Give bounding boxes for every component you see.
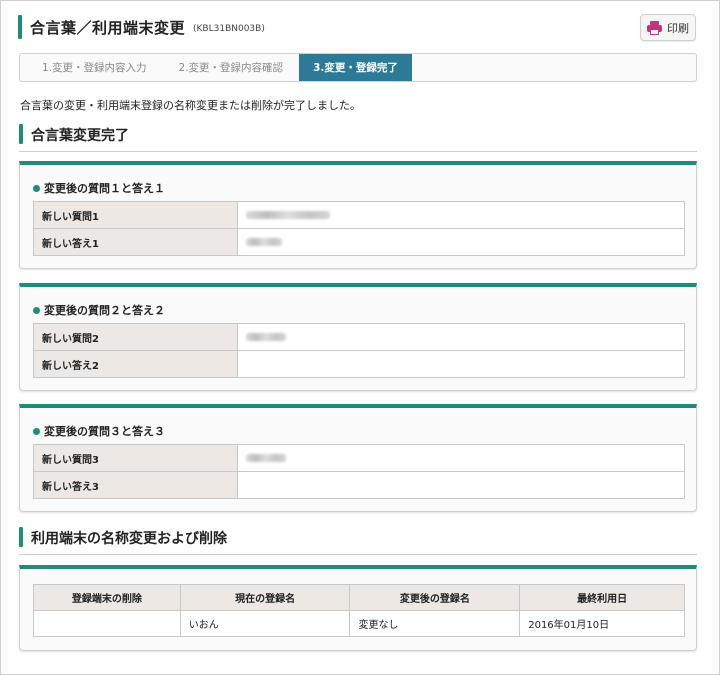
dot-icon bbox=[33, 427, 40, 435]
qa-table-3: 新しい質問3 新しい答え3 bbox=[33, 444, 685, 499]
step-2: 2.変更・登録内容確認 bbox=[178, 62, 284, 74]
dot-icon bbox=[33, 184, 40, 192]
col-current-name: 現在の登録名 bbox=[179, 584, 351, 611]
cell-current-name: いおん bbox=[179, 610, 351, 637]
qa-table-1: 新しい質問1 新しい答え1 bbox=[33, 201, 685, 256]
terminal-table: 登録端末の削除 現在の登録名 変更後の登録名 最終利用日 いおん 変更なし 20… bbox=[33, 584, 685, 637]
table-header-row: 登録端末の削除 現在の登録名 変更後の登録名 最終利用日 bbox=[33, 584, 685, 611]
new-answer-value bbox=[237, 471, 685, 499]
new-answer-label: 新しい答え1 bbox=[33, 228, 238, 256]
new-answer-label: 新しい答え3 bbox=[33, 471, 238, 499]
section-accent-bar bbox=[19, 527, 23, 547]
new-answer-value bbox=[237, 350, 685, 378]
title-accent-bar bbox=[18, 15, 22, 39]
new-question-value-masked bbox=[237, 201, 685, 229]
new-answer-label: 新しい答え2 bbox=[33, 350, 238, 378]
completion-message: 合言葉の変更・利用端末登録の名称変更または削除が完了しました。 bbox=[20, 99, 361, 112]
new-question-value-masked bbox=[237, 444, 685, 472]
qa-table-2: 新しい質問2 新しい答え2 bbox=[33, 323, 685, 378]
new-question-label: 新しい質問1 bbox=[33, 201, 238, 229]
step-indicator: 1.変更・登録内容入力 2.変更・登録内容確認 3.変更・登録完了 bbox=[19, 53, 697, 82]
col-last-used: 最終利用日 bbox=[519, 584, 685, 611]
printer-icon bbox=[647, 20, 662, 35]
qa-panel-3: 変更後の質問３と答え３ 新しい質問3 新しい答え3 bbox=[19, 404, 697, 512]
page-title: 合言葉／利用端末変更 bbox=[30, 18, 186, 37]
section-header-passphrase: 合言葉変更完了 bbox=[19, 124, 697, 152]
print-button-label: 印刷 bbox=[667, 21, 689, 35]
cell-new-name: 変更なし bbox=[349, 610, 521, 637]
page-header: 合言葉／利用端末変更 (KBL31BN003B) bbox=[18, 14, 265, 40]
section-title-passphrase: 合言葉変更完了 bbox=[31, 128, 129, 144]
qa-panel-title: 変更後の質問２と答え２ bbox=[33, 302, 165, 318]
table-row: 新しい質問3 bbox=[33, 444, 685, 472]
table-row: 新しい質問2 bbox=[33, 323, 685, 351]
new-question-label: 新しい質問2 bbox=[33, 323, 238, 351]
qa-panel-1: 変更後の質問１と答え１ 新しい質問1 新しい答え1 bbox=[19, 161, 697, 269]
new-question-value-masked bbox=[237, 323, 685, 351]
terminal-panel: 登録端末の削除 現在の登録名 変更後の登録名 最終利用日 いおん 変更なし 20… bbox=[19, 565, 697, 651]
new-question-label: 新しい質問3 bbox=[33, 444, 238, 472]
table-row: 新しい答え2 bbox=[33, 350, 685, 378]
print-button[interactable]: 印刷 bbox=[640, 14, 696, 41]
table-row: いおん 変更なし 2016年01月10日 bbox=[33, 610, 685, 637]
dot-icon bbox=[33, 306, 40, 314]
cell-delete bbox=[33, 610, 181, 637]
col-new-name: 変更後の登録名 bbox=[349, 584, 521, 611]
page-code: (KBL31BN003B) bbox=[193, 23, 265, 34]
section-header-terminal: 利用端末の名称変更および削除 bbox=[19, 527, 697, 555]
qa-panel-2: 変更後の質問２と答え２ 新しい質問2 新しい答え2 bbox=[19, 283, 697, 391]
cell-last-used: 2016年01月10日 bbox=[519, 610, 685, 637]
table-row: 新しい質問1 bbox=[33, 201, 685, 229]
section-accent-bar bbox=[19, 124, 23, 144]
table-row: 新しい答え1 bbox=[33, 228, 685, 256]
step-3-current: 3.変更・登録完了 bbox=[299, 54, 412, 81]
table-row: 新しい答え3 bbox=[33, 471, 685, 499]
col-delete: 登録端末の削除 bbox=[33, 584, 181, 611]
qa-panel-title: 変更後の質問３と答え３ bbox=[33, 423, 165, 439]
new-answer-value-masked bbox=[237, 228, 685, 256]
step-1: 1.変更・登録内容入力 bbox=[42, 62, 147, 74]
section-title-terminal: 利用端末の名称変更および削除 bbox=[31, 531, 227, 547]
qa-panel-title: 変更後の質問１と答え１ bbox=[33, 180, 165, 196]
